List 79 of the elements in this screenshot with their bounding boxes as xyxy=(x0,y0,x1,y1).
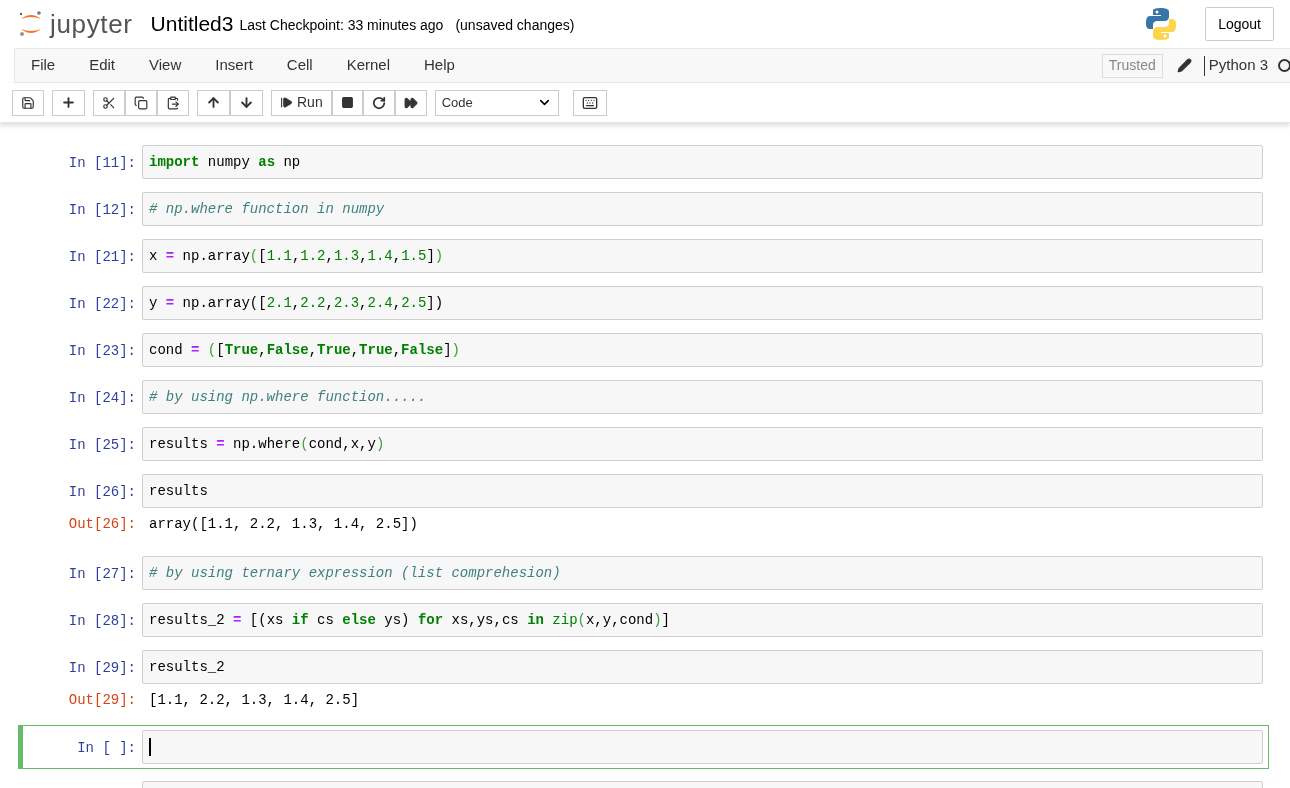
menu-item[interactable]: Kernel xyxy=(346,54,390,77)
output-prompt: Out[26]: xyxy=(68,515,136,534)
notebook-cell[interactable]: In [21]: x = np.array([1.1,1.2,1.3,1.4,1.5]) xyxy=(18,238,1269,274)
paste-icon xyxy=(166,95,180,110)
code-editor[interactable]: results_2 xyxy=(142,650,1263,684)
input-prompt: In [29]: xyxy=(68,659,136,678)
output-prompt: Out[29]: xyxy=(68,691,136,710)
code-editor[interactable]: # np.where function in numpy xyxy=(142,192,1263,226)
notebook-cell[interactable]: In [28]: results_2 = [(xs if cs else ys) for xs,ys,cs in zip(x,y,cond)] xyxy=(18,602,1269,638)
fast-forward-icon xyxy=(403,95,418,110)
logout-button[interactable]: Logout xyxy=(1205,7,1274,41)
kernel-name: Python 3 xyxy=(1208,55,1268,76)
code-editor[interactable]: # by using np.where function..... xyxy=(142,380,1263,414)
save-button[interactable] xyxy=(12,89,44,116)
code-editor[interactable]: import numpy as np xyxy=(142,145,1263,179)
code-editor[interactable]: cond = ([True,False,True,True,False]) xyxy=(142,333,1263,367)
keyboard-icon xyxy=(581,94,598,111)
run-all-button[interactable] xyxy=(394,89,427,116)
checkpoint-status: Last Checkpoint: 33 minutes ago xyxy=(239,16,444,35)
keyboard-shortcuts-button[interactable] xyxy=(572,89,607,116)
menu-item[interactable]: Edit xyxy=(89,54,116,77)
restart-icon xyxy=(371,95,386,110)
notebook-cell[interactable]: In [ ]: xyxy=(18,725,1269,769)
code-editor[interactable]: results_2 = [(xs if cs else ys) for xs,ys,cs in zip(x,y,cond)] xyxy=(142,603,1263,637)
code-editor[interactable]: results xyxy=(142,474,1263,508)
input-prompt: In [22]: xyxy=(68,295,136,314)
arrow-down-icon xyxy=(239,95,254,110)
notebook-cell[interactable]: In [24]: # by using np.where function..... xyxy=(18,379,1269,415)
menu-item[interactable]: File xyxy=(31,54,56,77)
notebook-cell[interactable]: In [26]: results Out[26]: array([1.1, 2.2, 1.3, 1.4, 2.5]) xyxy=(18,473,1269,544)
input-prompt: In [ ]: xyxy=(77,739,136,758)
cell-output: array([1.1, 2.2, 1.3, 1.4, 2.5]) xyxy=(148,515,419,534)
code-editor[interactable]: results = np.where(cond,x,y) xyxy=(142,427,1263,461)
copy-icon xyxy=(134,95,148,110)
input-prompt: In [28]: xyxy=(68,612,136,631)
input-prompt: In [27]: xyxy=(68,565,136,584)
notebook-cell[interactable]: In [12]: # np.where function in numpy xyxy=(18,191,1269,227)
jupyter-logo-text: jupyter xyxy=(50,11,133,37)
save-status: (unsaved changes) xyxy=(455,16,575,35)
input-prompt: In [26]: xyxy=(68,483,136,502)
code-editor[interactable]: x = np.array([1.1,1.2,1.3,1.4,1.5]) xyxy=(142,239,1263,273)
insert-cell-button[interactable] xyxy=(52,89,85,116)
notebook-name[interactable]: Untitled3 xyxy=(150,8,234,40)
notebook-cell[interactable]: In [22]: y = np.array([2.1,2.2,2.3,2.4,2.5]) xyxy=(18,285,1269,321)
cut-button[interactable] xyxy=(93,89,125,116)
interrupt-button[interactable] xyxy=(331,89,363,116)
input-prompt: In [21]: xyxy=(68,248,136,267)
menu-item[interactable]: View xyxy=(149,54,182,77)
run-button[interactable]: Run xyxy=(271,89,332,116)
cell-output: [1.1, 2.2, 1.3, 1.4, 2.5] xyxy=(148,691,361,710)
copy-button[interactable] xyxy=(125,89,157,116)
menu-item[interactable]: Insert xyxy=(215,54,253,77)
stop-icon xyxy=(340,96,354,109)
input-prompt: In [23]: xyxy=(68,342,136,361)
move-down-button[interactable] xyxy=(230,89,263,116)
notebook-cell[interactable]: In [23]: cond = ([True,False,True,True,False]) xyxy=(18,332,1269,368)
jupyter-logo-icon xyxy=(18,9,44,39)
scissors-icon xyxy=(102,95,116,110)
input-prompt: In [11]: xyxy=(68,154,136,173)
plus-icon xyxy=(61,95,76,110)
restart-button[interactable] xyxy=(362,89,395,116)
input-prompt: In [24]: xyxy=(68,389,136,408)
move-up-button[interactable] xyxy=(197,89,230,116)
notebook-cell[interactable]: In [29]: results_2 Out[29]: [1.1, 2.2, 1.3, 1.4, 2.5] xyxy=(18,649,1269,720)
edit-mode-icon xyxy=(1176,58,1192,73)
cell-type-select[interactable]: Code xyxy=(434,89,559,116)
notebook-cell[interactable]: In [11]: import numpy as np xyxy=(18,144,1269,180)
menu-item[interactable]: Help xyxy=(424,54,455,77)
python-logo-icon xyxy=(1145,7,1178,41)
menu-item[interactable]: Cell xyxy=(286,54,313,77)
paste-button[interactable] xyxy=(157,89,189,116)
code-editor[interactable]: # by using ternary expression (list comprehesion) xyxy=(142,556,1263,590)
run-icon xyxy=(280,96,293,109)
notebook-cell[interactable]: In [25]: results = np.where(cond,x,y) xyxy=(18,426,1269,462)
save-icon xyxy=(21,95,35,110)
input-prompt: In [12]: xyxy=(68,201,136,220)
notebook-cell[interactable]: In [27]: # by using ternary expression (list comprehesion) xyxy=(18,555,1269,591)
input-prompt: In [25]: xyxy=(68,436,136,455)
code-editor[interactable]: y = np.array([2.1,2.2,2.3,2.4,2.5]) xyxy=(142,286,1263,320)
